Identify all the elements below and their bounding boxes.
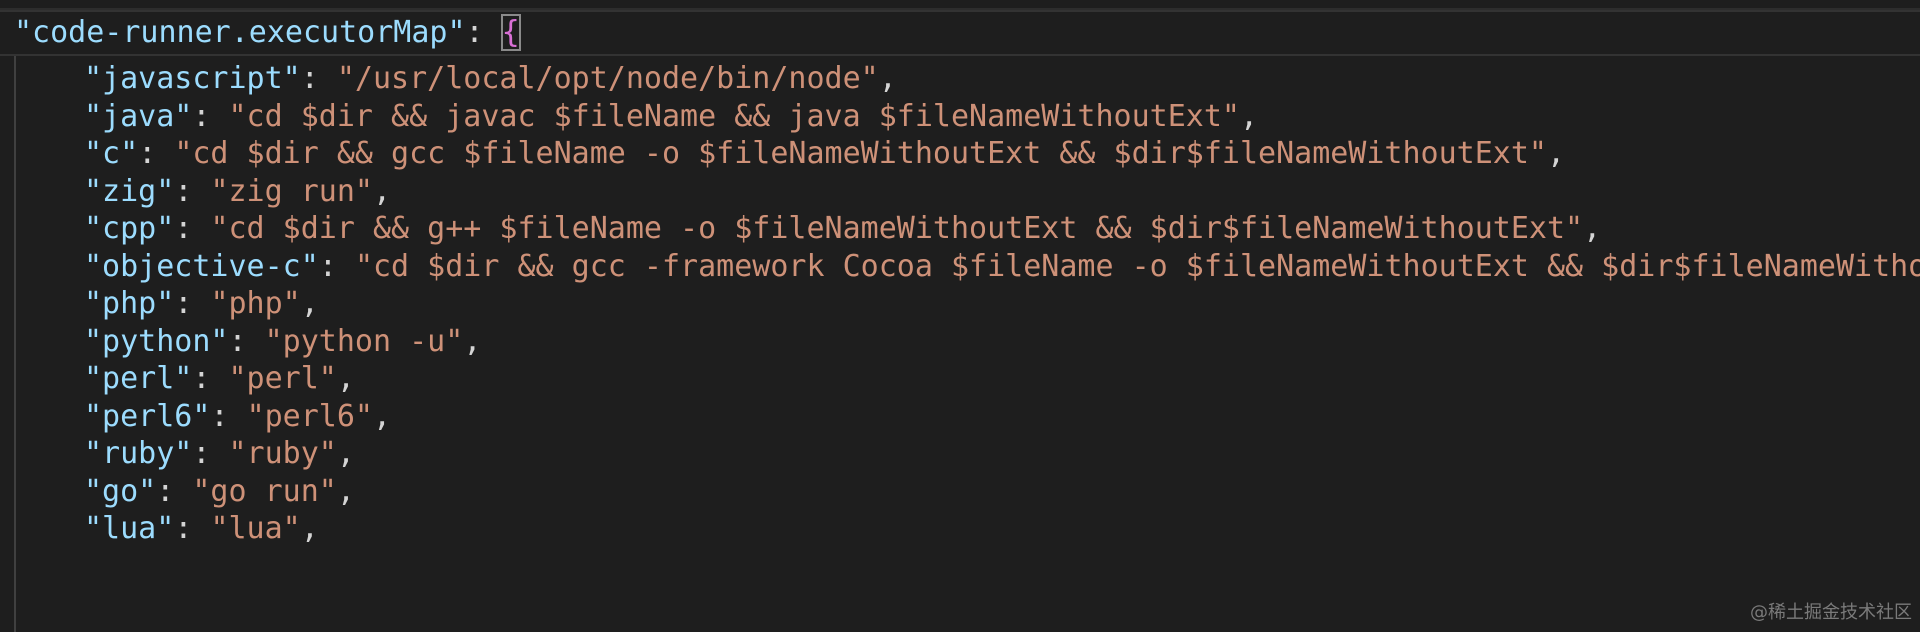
json-key: "java" [84, 98, 193, 134]
json-colon: : [228, 323, 265, 359]
json-open-brace: { [500, 14, 521, 51]
json-string-value: "lua" [210, 511, 301, 546]
code-line-content: "objective-c": "cd $dir && gcc -framewor… [84, 244, 1920, 290]
json-comma: , [300, 511, 319, 546]
json-comma: , [878, 61, 897, 96]
json-comma: , [300, 286, 319, 321]
json-string-value: "zig run" [210, 173, 373, 209]
json-colon: : [465, 15, 502, 50]
json-string-value: "cd $dir && gcc -framework Cocoa $fileNa… [354, 248, 1920, 284]
json-key: "php" [84, 286, 175, 321]
json-comma: , [1583, 211, 1602, 246]
code-line-content: "lua": "lua", [84, 506, 319, 552]
json-key: "lua" [84, 511, 175, 546]
json-key: "zig" [84, 173, 175, 209]
code-editor[interactable]: "code-runner.executorMap": { "javascript… [0, 0, 1920, 632]
json-key: "objective-c" [84, 248, 319, 284]
json-key: "perl" [84, 361, 193, 396]
indent-guide [14, 56, 16, 632]
json-string-value: "cd $dir && g++ $fileName -o $fileNameWi… [210, 211, 1584, 246]
code-line-header[interactable]: "code-runner.executorMap": { [0, 10, 1920, 56]
json-key: "go" [84, 473, 157, 509]
json-comma: , [336, 361, 355, 396]
json-comma: , [373, 173, 392, 209]
json-colon: : [174, 173, 211, 209]
json-key: "python" [84, 323, 229, 359]
json-comma: , [373, 398, 392, 434]
json-comma: , [1547, 136, 1566, 171]
json-comma: , [336, 473, 355, 509]
json-string-value: "cd $dir && javac $fileName && java $fil… [228, 98, 1240, 134]
json-string-value: "/usr/local/opt/node/bin/node" [336, 61, 879, 96]
json-key: "cpp" [84, 211, 175, 246]
json-comma: , [1239, 98, 1259, 134]
json-colon: : [138, 136, 175, 171]
json-comma: , [463, 323, 482, 359]
json-colon: : [174, 286, 211, 321]
json-string-value: "python -u" [264, 323, 464, 359]
json-colon: : [210, 398, 247, 434]
json-string-value: "php" [210, 286, 301, 321]
json-key: "ruby" [84, 436, 193, 471]
json-key: "code-runner.executorMap" [14, 15, 466, 50]
code-line-content: "code-runner.executorMap": { [14, 12, 521, 54]
json-key: "c" [84, 136, 139, 171]
json-colon: : [174, 511, 211, 546]
json-string-value: "ruby" [228, 436, 337, 471]
json-string-value: "perl" [228, 361, 337, 396]
json-key: "perl6" [84, 398, 211, 434]
json-colon: : [192, 361, 229, 396]
json-key: "javascript" [84, 61, 301, 96]
json-string-value: "cd $dir && gcc $fileName -o $fileNameWi… [174, 136, 1547, 171]
watermark: @稀土掘金技术社区 [1750, 602, 1912, 623]
json-colon: : [156, 473, 193, 509]
json-comma: , [336, 436, 355, 471]
json-string-value: "perl6" [246, 398, 373, 434]
json-colon: : [192, 436, 229, 471]
json-colon: : [318, 248, 355, 284]
json-colon: : [300, 61, 337, 96]
json-colon: : [192, 98, 229, 134]
json-colon: : [174, 211, 211, 246]
json-string-value: "go run" [192, 473, 337, 509]
